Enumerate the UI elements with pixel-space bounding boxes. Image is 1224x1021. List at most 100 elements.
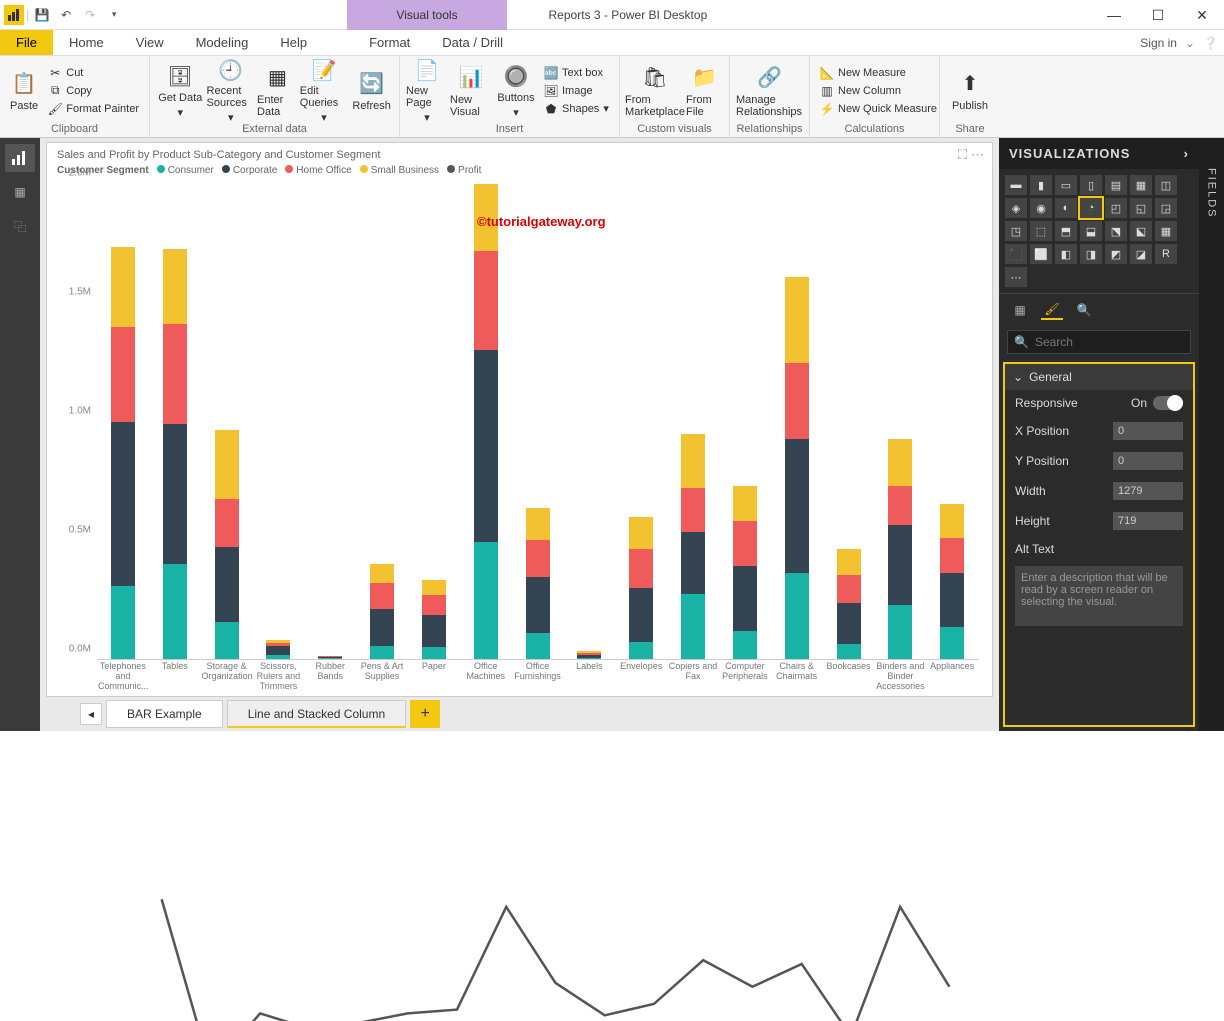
chevron-down-icon[interactable]: ⌄ (1185, 36, 1195, 50)
viz-type-8[interactable]: ◉ (1030, 198, 1052, 218)
viz-type-1[interactable]: ▮ (1030, 175, 1052, 195)
shapes-button[interactable]: ⬟Shapes ▾ (540, 101, 613, 117)
viz-type-12[interactable]: ◱ (1130, 198, 1152, 218)
viz-type-21[interactable]: ⬛ (1005, 244, 1027, 264)
group-label-calculations: Calculations (816, 123, 933, 137)
ypos-input[interactable] (1113, 452, 1183, 470)
search-input[interactable] (1035, 335, 1184, 349)
viz-type-7[interactable]: ◈ (1005, 198, 1027, 218)
cut-button[interactable]: ✂Cut (44, 65, 143, 81)
new-measure-button[interactable]: 📐New Measure (816, 65, 941, 81)
viz-type-16[interactable]: ⬒ (1055, 221, 1077, 241)
fields-pane-collapsed[interactable]: FIELDS (1199, 138, 1224, 731)
viz-type-6[interactable]: ◫ (1155, 175, 1177, 195)
more-options-icon[interactable]: ⋯ (971, 147, 984, 163)
group-label-clipboard: Clipboard (6, 123, 143, 137)
from-marketplace-button[interactable]: 🛍From Marketplace (626, 60, 684, 122)
new-page-button[interactable]: 📄New Page▾ (406, 60, 448, 122)
refresh-button[interactable]: 🔄Refresh (350, 60, 393, 122)
viz-type-10[interactable]: ◔ (1080, 198, 1102, 218)
viz-type-15[interactable]: ⬚ (1030, 221, 1052, 241)
group-label-external: External data (156, 123, 393, 137)
xpos-input[interactable] (1113, 422, 1183, 440)
format-tool-icon[interactable]: 🖌 (1041, 300, 1063, 320)
report-canvas[interactable]: ⛶ ⋯ Sales and Profit by Product Sub-Cate… (46, 142, 993, 697)
viz-type-9[interactable]: ◐ (1055, 198, 1077, 218)
format-tab[interactable]: Format (353, 30, 426, 55)
viz-type-13[interactable]: ◲ (1155, 198, 1177, 218)
help-tab[interactable]: Help (264, 30, 323, 55)
edit-queries-button[interactable]: 📝Edit Queries▾ (300, 60, 349, 122)
publish-button[interactable]: ⬆Publish (946, 60, 994, 122)
viz-type-3[interactable]: ▯ (1080, 175, 1102, 195)
viz-type-17[interactable]: ⬓ (1080, 221, 1102, 241)
home-tab[interactable]: Home (53, 30, 120, 55)
sign-in-link[interactable]: Sign in (1140, 36, 1177, 50)
viz-type-19[interactable]: ⬕ (1130, 221, 1152, 241)
undo-icon[interactable]: ↶ (55, 4, 77, 26)
viz-type-27[interactable]: R (1155, 244, 1177, 264)
viz-type-24[interactable]: ◨ (1080, 244, 1102, 264)
text-box-button[interactable]: 🔤Text box (540, 65, 613, 81)
enter-data-button[interactable]: ▦Enter Data (257, 60, 298, 122)
focus-mode-icon[interactable]: ⛶ (958, 147, 967, 163)
viz-type-25[interactable]: ◩ (1105, 244, 1127, 264)
copy-button[interactable]: ⧉Copy (44, 83, 143, 99)
data-drill-tab[interactable]: Data / Drill (426, 30, 519, 55)
width-input[interactable] (1113, 482, 1183, 500)
recent-sources-button[interactable]: 🕘Recent Sources▾ (207, 60, 256, 122)
get-data-button[interactable]: 🗄Get Data▾ (156, 60, 205, 122)
fields-tool-icon[interactable]: ▦ (1009, 300, 1031, 320)
chart-title: Sales and Profit by Product Sub-Category… (57, 149, 982, 161)
report-view-button[interactable] (5, 144, 35, 172)
viz-type-26[interactable]: ◪ (1130, 244, 1152, 264)
buttons-button[interactable]: 🔘Buttons▾ (494, 60, 538, 122)
page-tabs: ◂ BAR Example Line and Stacked Column + (40, 697, 999, 731)
responsive-toggle[interactable] (1153, 396, 1183, 410)
ypos-label: Y Position (1015, 454, 1069, 468)
viz-type-22[interactable]: ⬜ (1030, 244, 1052, 264)
from-file-button[interactable]: 📁From File (686, 60, 723, 122)
page-prev-button[interactable]: ◂ (80, 703, 102, 725)
image-button[interactable]: 🖼Image (540, 83, 613, 99)
new-column-button[interactable]: ▥New Column (816, 83, 941, 99)
analytics-tool-icon[interactable]: 🔍 (1073, 300, 1095, 320)
viz-type-20[interactable]: ▦ (1155, 221, 1177, 241)
help-icon[interactable]: ❔ (1203, 36, 1218, 50)
page-tab-line-stacked[interactable]: Line and Stacked Column (227, 700, 406, 728)
viz-type-18[interactable]: ⬔ (1105, 221, 1127, 241)
viz-type-0[interactable]: ▬ (1005, 175, 1027, 195)
viz-type-4[interactable]: ▤ (1105, 175, 1127, 195)
viz-type-2[interactable]: ▭ (1055, 175, 1077, 195)
height-input[interactable] (1113, 512, 1183, 530)
general-header[interactable]: ⌄General (1005, 364, 1193, 390)
paste-button[interactable]: 📋Paste (6, 60, 42, 122)
viz-type-23[interactable]: ◧ (1055, 244, 1077, 264)
viz-type-5[interactable]: ▦ (1130, 175, 1152, 195)
collapse-pane-icon[interactable]: › (1184, 146, 1189, 161)
new-quick-measure-button[interactable]: ⚡New Quick Measure (816, 101, 941, 117)
format-painter-button[interactable]: 🖌Format Painter (44, 101, 143, 117)
view-tab[interactable]: View (120, 30, 180, 55)
close-button[interactable]: ✕ (1180, 0, 1224, 30)
data-view-button[interactable]: ▦ (5, 178, 35, 206)
viz-type-14[interactable]: ◳ (1005, 221, 1027, 241)
viz-type-11[interactable]: ◰ (1105, 198, 1127, 218)
chart-visual[interactable]: 0.0M0.5M1.0M1.5M2.0M Telephones and Comm… (57, 184, 982, 692)
copy-icon: ⧉ (48, 84, 62, 98)
qat-customize-icon[interactable]: ▾ (103, 4, 125, 26)
viz-type-28[interactable]: ⋯ (1005, 267, 1027, 287)
maximize-button[interactable]: ☐ (1136, 0, 1180, 30)
save-icon[interactable]: 💾 (31, 4, 53, 26)
minimize-button[interactable]: — (1092, 0, 1136, 30)
alt-text-input[interactable]: Enter a description that will be read by… (1015, 566, 1183, 626)
redo-icon[interactable]: ↷ (79, 4, 101, 26)
new-visual-button[interactable]: 📊New Visual (450, 60, 492, 122)
modeling-tab[interactable]: Modeling (180, 30, 265, 55)
format-search[interactable]: 🔍 (1007, 330, 1191, 354)
add-page-button[interactable]: + (410, 700, 440, 728)
page-tab-bar-example[interactable]: BAR Example (106, 700, 223, 728)
file-tab[interactable]: File (0, 30, 53, 55)
manage-relationships-button[interactable]: 🔗Manage Relationships (736, 60, 803, 122)
model-view-button[interactable]: ⿻ (5, 212, 35, 240)
